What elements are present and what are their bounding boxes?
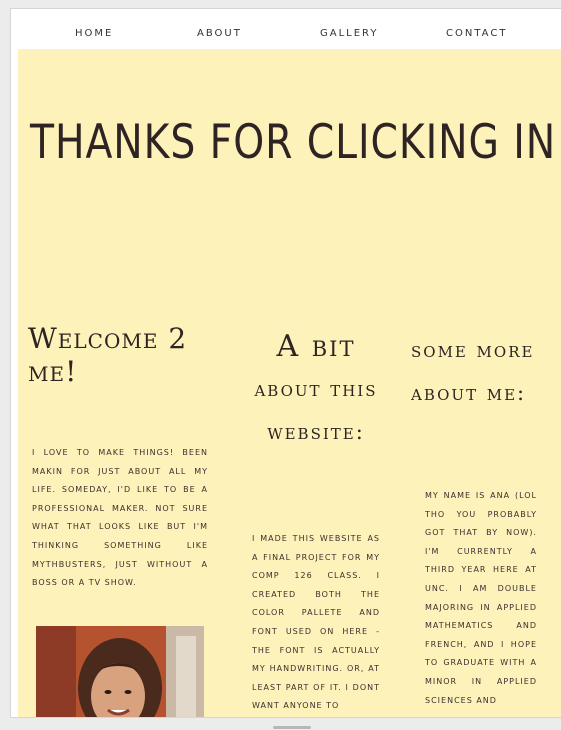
website-heading-line3: website:	[267, 420, 365, 444]
top-navigation: HOME ABOUT GALLERY CONTACT	[11, 9, 561, 49]
nav-about-link[interactable]: ABOUT	[197, 28, 242, 39]
website-heading: A bit about this website:	[241, 325, 391, 454]
welcome-text: I LOVE TO MAKE THINGS! BEEN MAKIN FOR JU…	[32, 448, 208, 588]
page-title: THANKS FOR CLICKING IN!	[30, 115, 561, 170]
main-content: THANKS FOR CLICKING IN! Welcome 2 me! I …	[18, 49, 561, 717]
about-me-heading-line1: some more	[411, 338, 535, 362]
nav-gallery-link[interactable]: GALLERY	[320, 28, 378, 39]
profile-photo	[36, 626, 204, 717]
website-heading-line2: about this	[254, 377, 378, 401]
nav-home-link[interactable]: HOME	[75, 28, 113, 39]
welcome-heading: Welcome 2 me!	[28, 322, 188, 388]
about-me-heading-line2: about me:	[411, 381, 527, 405]
website-text: I MADE THIS WEBSITE AS A FINAL PROJECT F…	[252, 534, 380, 711]
portrait-image	[36, 626, 204, 717]
about-me-heading: some more about me:	[411, 329, 561, 415]
nav-contact-link[interactable]: CONTACT	[446, 28, 507, 39]
browser-viewport: HOME ABOUT GALLERY CONTACT THANKS FOR CL…	[10, 8, 561, 718]
website-heading-line1: A bit	[276, 329, 356, 364]
horizontal-scrollbar[interactable]	[273, 726, 311, 729]
about-me-text: MY NAME IS ANA (LOL THO YOU PROBABLY GOT…	[425, 491, 537, 705]
